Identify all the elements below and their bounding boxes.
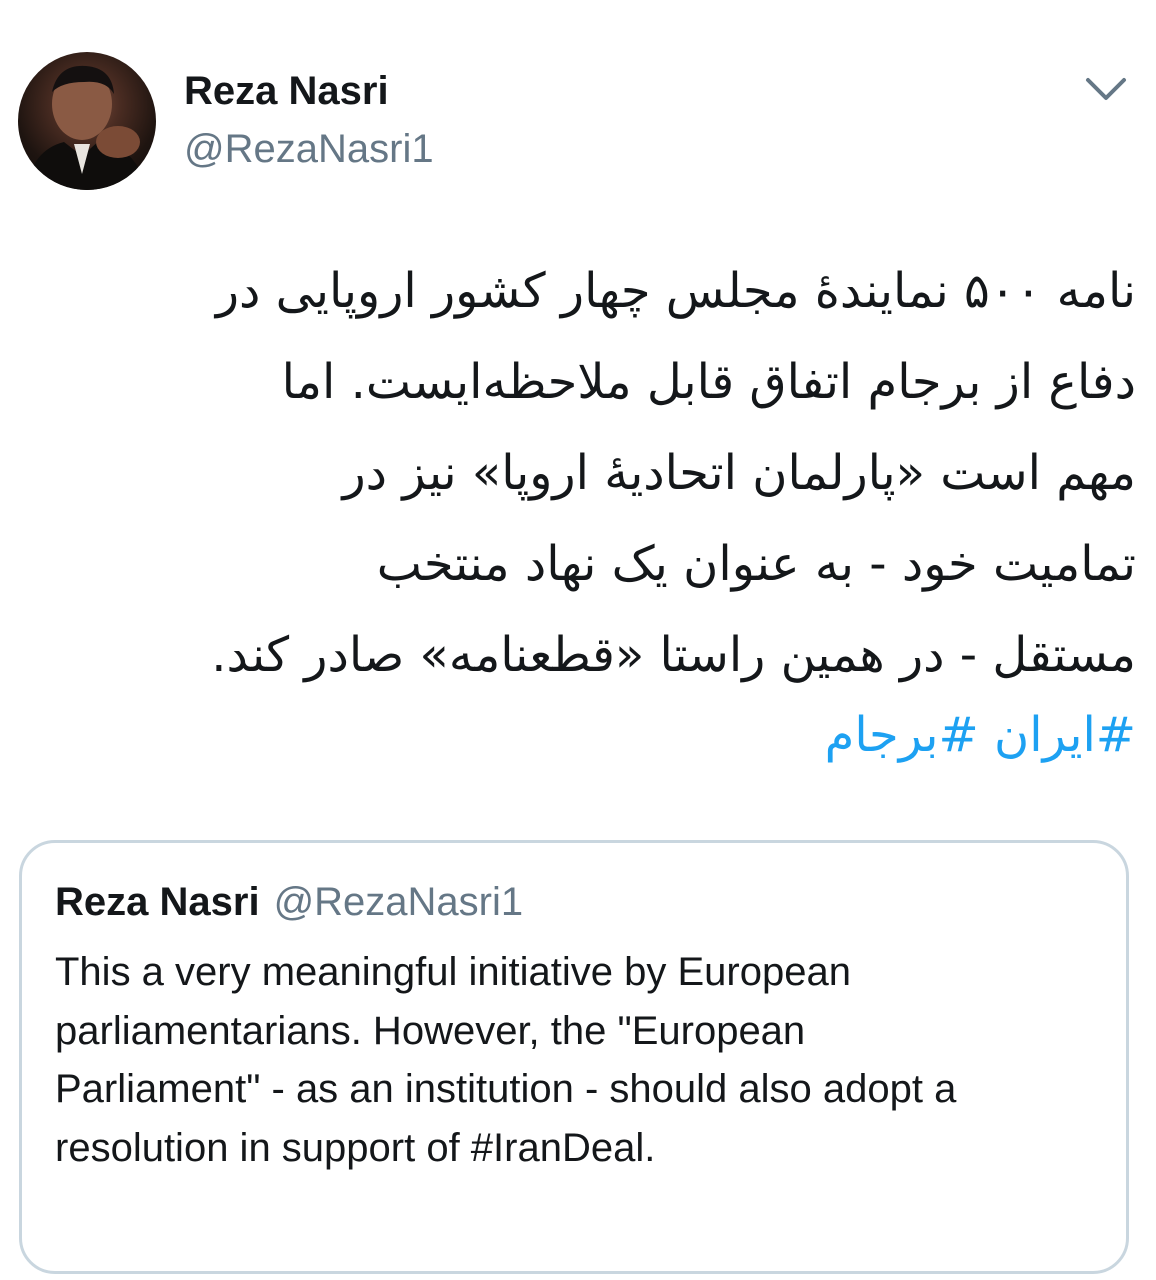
quoted-text-line: This a very meaningful initiative by Eur… xyxy=(55,950,851,994)
quoted-text-line: Parliament" - as an institution - should… xyxy=(55,1067,957,1111)
quoted-author-name: Reza Nasri xyxy=(55,880,260,924)
tweet-text-line: مستقل - در همین راستا «قطعنامه» صادر کند… xyxy=(211,627,1136,683)
quoted-tweet-header: Reza Nasri @RezaNasri1 xyxy=(55,879,523,925)
tweet-text: نامه ۵۰۰ نمایندۀ مجلس چهار کشور اروپایی … xyxy=(20,246,1136,701)
avatar-photo xyxy=(26,65,148,190)
quoted-tweet-card[interactable]: Reza Nasri @RezaNasri1 This a very meanin… xyxy=(19,840,1129,1274)
quoted-text-line: parliamentarians. However, the "European xyxy=(55,1008,806,1053)
author-name[interactable]: Reza Nasri xyxy=(184,68,389,114)
hashtag-row: #ایران #برجام xyxy=(20,700,1136,770)
chevron-down-icon[interactable] xyxy=(1080,70,1132,110)
hashtag-iran[interactable]: #ایران xyxy=(994,707,1136,763)
quoted-tweet-text: This a very meaningful initiative by Eur… xyxy=(55,943,1105,1177)
tweet-text-line: نامه ۵۰۰ نمایندۀ مجلس چهار کشور اروپایی … xyxy=(215,263,1136,319)
tweet-text-line: دفاع از برجام اتفاق قابل ملاحظه‌ایست. ام… xyxy=(281,354,1136,410)
author-handle[interactable]: @RezaNasri1 xyxy=(184,126,434,172)
quoted-text-line: resolution in support of #IranDeal. xyxy=(55,1125,656,1170)
tweet-text-line: تمامیت خود - به عنوان یک نهاد منتخب xyxy=(376,536,1136,592)
quoted-author-handle: @RezaNasri1 xyxy=(273,880,524,924)
tweet-text-line: مهم است «پارلمان اتحادیۀ اروپا» نیز در xyxy=(342,445,1137,501)
hashtag-barjam[interactable]: #برجام xyxy=(825,707,979,763)
author-avatar[interactable] xyxy=(18,52,156,190)
